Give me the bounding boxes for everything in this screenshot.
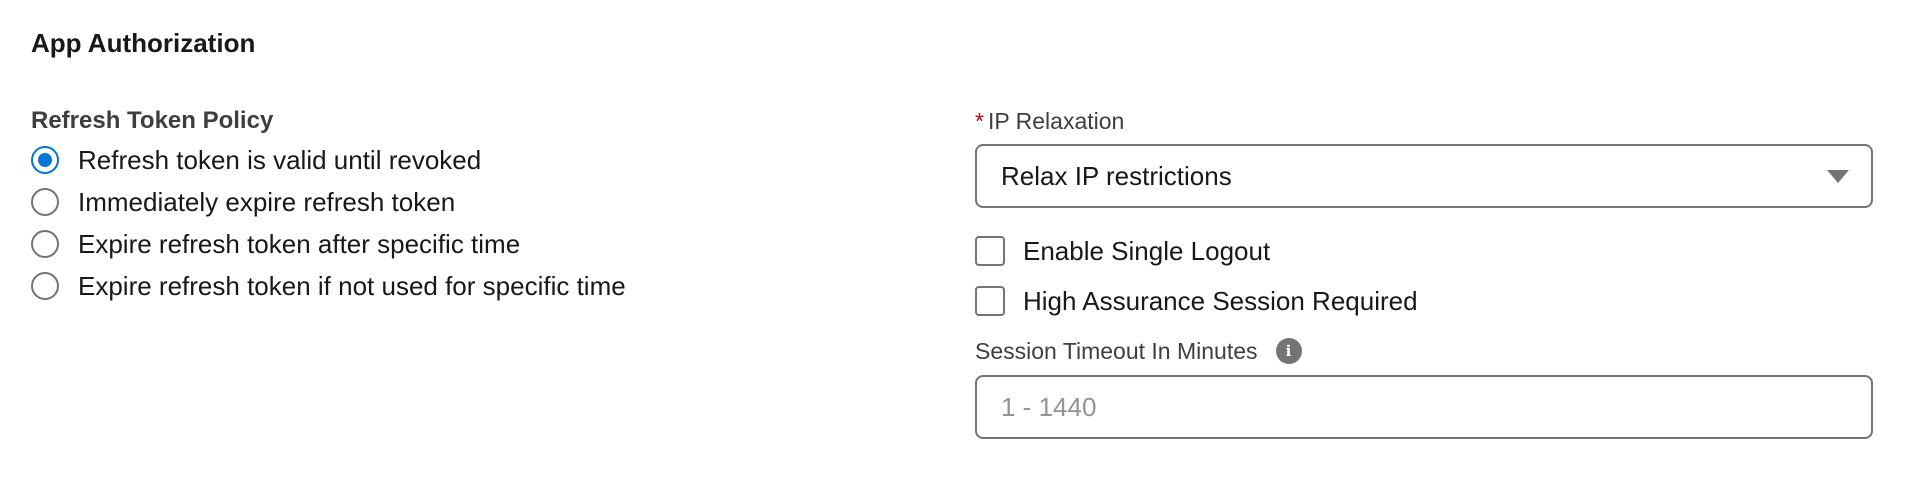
required-indicator: * — [975, 108, 984, 134]
high-assurance-label: High Assurance Session Required — [1023, 286, 1418, 316]
ip-relaxation-select[interactable]: Relax IP restrictions — [975, 144, 1873, 208]
radio-label: Expire refresh token if not used for spe… — [78, 271, 626, 301]
refresh-token-policy-group: Refresh Token Policy Refresh token is va… — [31, 104, 911, 307]
session-timeout-label-text: Session Timeout In Minutes — [975, 338, 1258, 364]
ip-relaxation-value: Relax IP restrictions — [1001, 160, 1232, 191]
ip-relaxation-label-text: IP Relaxation — [987, 108, 1125, 134]
enable-single-logout-label: Enable Single Logout — [1023, 236, 1271, 266]
ip-relaxation-label: * IP Relaxation — [975, 104, 1873, 138]
radio-label: Refresh token is valid until revoked — [78, 145, 482, 175]
radio-button[interactable] — [31, 188, 59, 216]
enable-single-logout-checkbox[interactable] — [975, 236, 1005, 266]
section-title: App Authorization — [31, 28, 256, 58]
high-assurance-row[interactable]: High Assurance Session Required — [975, 281, 1873, 321]
radio-option-expire-if-not-used[interactable]: Expire refresh token if not used for spe… — [31, 265, 911, 307]
session-timeout-input[interactable] — [975, 375, 1873, 439]
radio-button[interactable] — [31, 146, 59, 174]
info-icon[interactable]: i — [1275, 338, 1302, 364]
session-timeout-label: Session Timeout In Minutes i — [975, 334, 1873, 368]
radio-option-immediately-expire[interactable]: Immediately expire refresh token — [31, 181, 911, 223]
radio-button[interactable] — [31, 272, 59, 300]
radio-option-expire-after-time[interactable]: Expire refresh token after specific time — [31, 223, 911, 265]
radio-button[interactable] — [31, 230, 59, 258]
refresh-token-policy-label: Refresh Token Policy — [31, 107, 274, 134]
radio-label: Expire refresh token after specific time — [78, 229, 521, 259]
caret-down-icon — [1827, 169, 1849, 183]
enable-single-logout-row[interactable]: Enable Single Logout — [975, 231, 1873, 271]
high-assurance-checkbox[interactable] — [975, 286, 1005, 316]
session-settings-group: * IP Relaxation Relax IP restrictions En… — [975, 104, 1873, 439]
radio-option-valid-until-revoked[interactable]: Refresh token is valid until revoked — [31, 139, 911, 181]
radio-label: Immediately expire refresh token — [78, 187, 456, 217]
